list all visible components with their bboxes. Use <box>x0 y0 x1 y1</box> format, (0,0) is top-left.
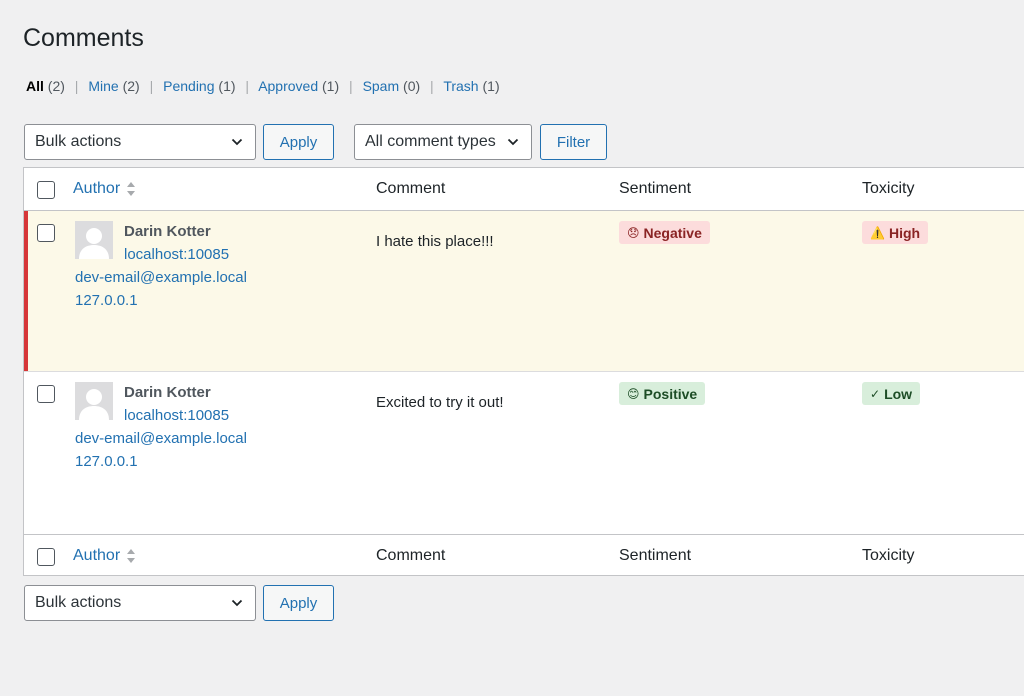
select-all-checkbox-footer[interactable] <box>37 548 55 566</box>
filter-spam-link[interactable]: Spam <box>363 78 400 94</box>
author-ip-link[interactable]: 127.0.0.1 <box>75 292 138 309</box>
comment-text: I hate this place!!! <box>376 233 494 250</box>
author-column-label: Author <box>73 180 121 197</box>
comment-column-label: Comment <box>376 547 446 564</box>
warning-icon: ⚠️ <box>870 225 885 240</box>
avatar-placeholder-icon <box>75 221 113 259</box>
table-row: Darin Kotter localhost:10085 dev-email@e… <box>24 372 1024 533</box>
sentiment-label: Positive <box>643 385 698 402</box>
filter-button[interactable]: Filter <box>540 124 607 160</box>
sentiment-badge: 😞 Negative <box>619 221 710 244</box>
table-footer: Author Comment Sentiment Toxicity <box>24 534 1024 576</box>
filter-trash-link[interactable]: Trash <box>443 78 478 94</box>
filter-separator: | <box>74 78 79 94</box>
author-column-sort[interactable]: Author <box>73 180 136 198</box>
smile-emoji-icon: 😊 <box>627 386 640 401</box>
filter-mine-link[interactable]: Mine <box>88 78 118 94</box>
toxicity-badge: ⚠️ High <box>862 221 929 244</box>
filter-pending-link[interactable]: Pending <box>163 78 214 94</box>
avatar <box>75 221 113 259</box>
author-email-link[interactable]: dev-email@example.local <box>75 269 247 286</box>
author-column-sort-footer[interactable]: Author <box>73 547 136 565</box>
bulk-actions-select-bottom[interactable]: Bulk actions <box>24 585 256 621</box>
author-ip-link[interactable]: 127.0.0.1 <box>75 453 138 470</box>
toxicity-badge: ✓ Low <box>862 382 921 405</box>
sentiment-column-label: Sentiment <box>619 547 692 564</box>
author-url-link[interactable]: localhost:10085 <box>124 246 229 263</box>
filter-approved-link[interactable]: Approved <box>258 78 318 94</box>
row-checkbox[interactable] <box>37 385 55 403</box>
comment-column-label: Comment <box>376 180 446 197</box>
select-all-checkbox[interactable] <box>37 181 55 199</box>
author-url-link[interactable]: localhost:10085 <box>124 407 229 424</box>
filter-separator: | <box>149 78 154 94</box>
filter-separator: | <box>430 78 434 94</box>
bulk-actions-select-top[interactable]: Bulk actions <box>24 124 256 160</box>
avatar <box>75 382 113 420</box>
author-column-label: Author <box>73 547 121 564</box>
table-row: Darin Kotter localhost:10085 dev-email@e… <box>24 211 1024 372</box>
bulk-actions-label: Bulk actions <box>35 133 122 150</box>
filter-mine-count: (2) <box>122 78 140 94</box>
author-email-link[interactable]: dev-email@example.local <box>75 430 247 447</box>
frown-emoji-icon: 😞 <box>627 225 640 240</box>
filter-separator: | <box>349 78 353 94</box>
comments-table: Author Comment Sentiment Toxicity Darin … <box>23 167 1024 576</box>
filter-all-link[interactable]: All <box>26 78 44 94</box>
author-name: Darin Kotter <box>124 384 211 401</box>
row-checkbox[interactable] <box>37 224 55 242</box>
toxicity-column-label: Toxicity <box>862 180 915 197</box>
toxicity-label: High <box>888 224 921 241</box>
chevron-down-icon <box>231 599 243 607</box>
bulk-actions-label: Bulk actions <box>35 594 122 611</box>
filter-all-count: (2) <box>47 78 65 94</box>
sort-arrows-icon <box>127 182 136 196</box>
page-title: Comments <box>23 24 144 52</box>
table-header: Author Comment Sentiment Toxicity <box>24 168 1024 211</box>
sentiment-badge: 😊 Positive <box>619 382 706 405</box>
comment-type-label: All comment types <box>365 133 496 150</box>
comment-text: Excited to try it out! <box>376 394 504 411</box>
filter-separator: | <box>245 78 250 94</box>
sentiment-column-label: Sentiment <box>619 180 692 197</box>
avatar-placeholder-icon <box>75 382 113 420</box>
comment-type-select[interactable]: All comment types <box>354 124 532 160</box>
status-filter-links: All (2) | Mine (2) | Pending (1) | Appro… <box>26 78 500 94</box>
sort-arrows-icon <box>127 549 136 563</box>
chevron-down-icon <box>507 138 519 146</box>
filter-pending-count: (1) <box>218 78 236 94</box>
toxicity-label: Low <box>884 385 913 402</box>
filter-trash-count: (1) <box>482 78 500 94</box>
apply-button-top[interactable]: Apply <box>263 124 334 160</box>
apply-button-bottom[interactable]: Apply <box>263 585 334 621</box>
sentiment-label: Negative <box>643 224 702 241</box>
filter-spam-count: (0) <box>403 78 421 94</box>
filter-approved-count: (1) <box>322 78 340 94</box>
check-icon: ✓ <box>870 386 881 401</box>
chevron-down-icon <box>231 138 243 146</box>
author-name: Darin Kotter <box>124 223 211 240</box>
toxicity-column-label: Toxicity <box>862 547 915 564</box>
